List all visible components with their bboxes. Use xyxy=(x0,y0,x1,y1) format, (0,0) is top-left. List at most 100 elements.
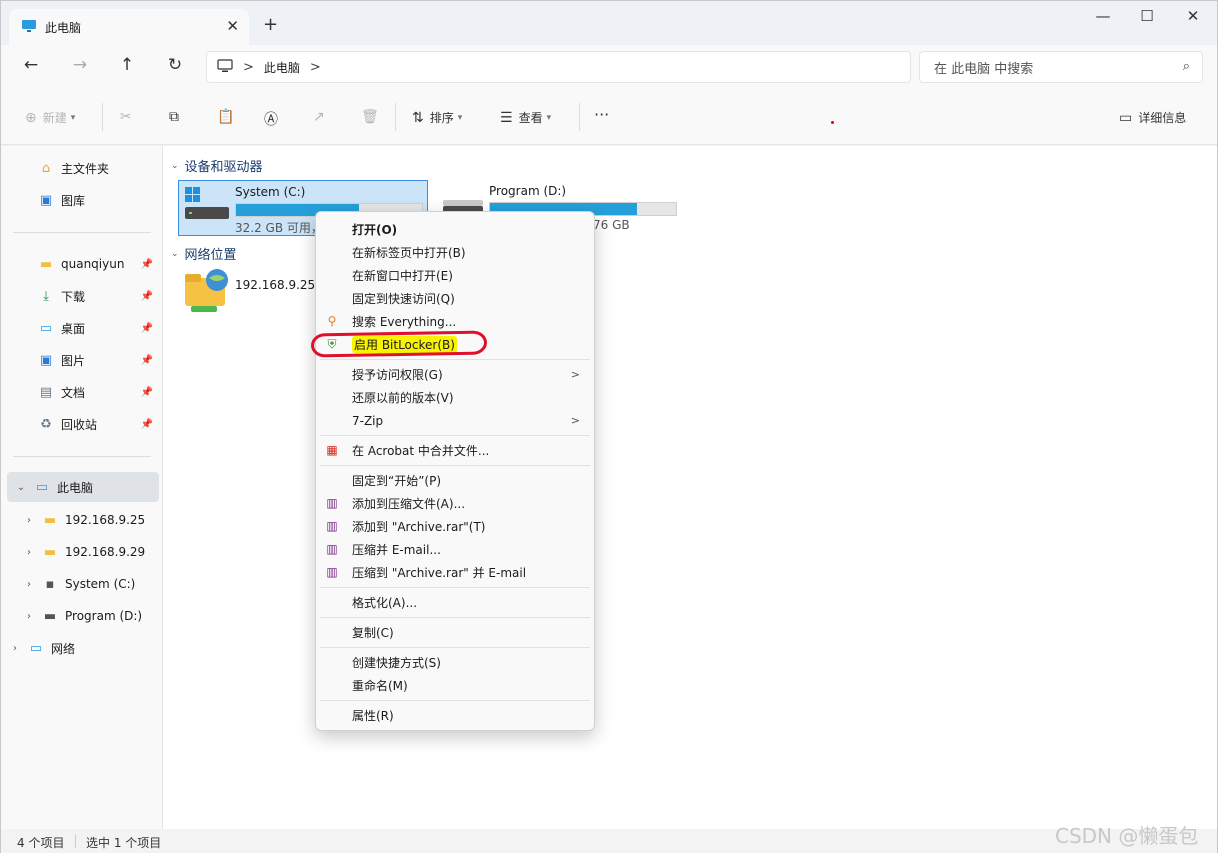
scissors-icon: ✂ xyxy=(120,109,132,125)
menu-item-7zip[interactable]: 7-Zip > xyxy=(320,409,590,432)
more-options-button[interactable]: ··· xyxy=(594,105,609,124)
search-input[interactable]: 在 此电脑 中搜索 ⌕ xyxy=(919,51,1203,83)
menu-item-pin-quick-access[interactable]: 固定到快速访问(Q) xyxy=(320,287,590,310)
close-window-button[interactable]: ✕ xyxy=(1173,7,1213,25)
sort-button[interactable]: ⇅ 排序 ▾ xyxy=(412,109,462,126)
menu-item-acrobat-merge[interactable]: ▦ 在 Acrobat 中合并文件... xyxy=(320,439,590,462)
menu-separator xyxy=(320,435,590,436)
address-bar[interactable]: > 此电脑 > xyxy=(206,51,911,83)
copy-icon: ⧉ xyxy=(169,109,179,125)
pictures-icon: ▣ xyxy=(39,352,53,368)
menu-item-open[interactable]: 打开(O) xyxy=(320,218,590,241)
share-button[interactable]: ↗ xyxy=(313,109,325,125)
back-button[interactable]: ← xyxy=(18,55,44,75)
menu-item-add-archive[interactable]: ▥ 添加到压缩文件(A)... xyxy=(320,492,590,515)
sidebar-item-home[interactable]: ⌂ 主文件夹 xyxy=(1,154,159,182)
sidebar-item-this-pc[interactable]: ⌄ ▭ 此电脑 xyxy=(7,472,159,502)
cut-button[interactable]: ✂ xyxy=(120,109,132,125)
sidebar-item-pictures[interactable]: ▣ 图片 📌 xyxy=(1,346,159,374)
download-icon: ⤓ xyxy=(43,288,49,304)
breadcrumb-this-pc[interactable]: 此电脑 xyxy=(264,59,300,76)
minimize-button[interactable]: — xyxy=(1083,7,1123,25)
watermark: CSDN @懒蛋包 xyxy=(1055,824,1199,848)
sidebar-item-label: 图片 xyxy=(61,353,86,368)
sidebar-item-network-drive-29[interactable]: › ▬ 192.168.9.29 xyxy=(1,538,159,566)
group-header-network[interactable]: ⌄ 网络位置 xyxy=(171,244,237,263)
new-tab-button[interactable]: + xyxy=(263,14,278,35)
menu-item-search-everything[interactable]: ⚲ 搜索 Everything... xyxy=(320,310,590,333)
sidebar-item-network[interactable]: › ▭ 网络 xyxy=(1,634,159,662)
tab-this-pc[interactable]: 此电脑 ✕ xyxy=(9,9,249,45)
group-header-devices[interactable]: ⌄ 设备和驱动器 xyxy=(171,156,263,175)
sidebar-item-desktop[interactable]: ▭ 桌面 📌 xyxy=(1,314,159,342)
menu-item-properties[interactable]: 属性(R) xyxy=(320,704,590,727)
view-label: 查看 xyxy=(518,111,543,125)
sidebar-item-recycle-bin[interactable]: ♻ 回收站 📌 xyxy=(1,410,159,438)
maximize-button[interactable]: ☐ xyxy=(1127,7,1167,25)
menu-item-pin-start[interactable]: 固定到“开始”(P) xyxy=(320,469,590,492)
delete-button[interactable]: 🗑 xyxy=(361,109,379,125)
breadcrumb-separator[interactable]: > xyxy=(310,60,321,75)
menu-item-label: 7-Zip xyxy=(352,413,384,428)
chevron-right-icon[interactable]: › xyxy=(9,643,21,654)
chevron-right-icon[interactable]: › xyxy=(23,579,35,590)
network-drive-icon: ▬ xyxy=(43,512,57,528)
sidebar-item-label: 回收站 xyxy=(61,417,98,432)
sidebar-item-system-c[interactable]: › ▪ System (C:) xyxy=(1,570,159,598)
network-drive-icon: ▬ xyxy=(43,544,57,560)
close-tab-icon[interactable]: ✕ xyxy=(226,17,239,35)
chevron-right-icon[interactable]: › xyxy=(23,611,35,622)
chevron-down-icon[interactable]: ⌄ xyxy=(15,482,27,493)
sidebar-item-documents[interactable]: ▤ 文档 📌 xyxy=(1,378,159,406)
menu-item-create-shortcut[interactable]: 创建快捷方式(S) xyxy=(320,651,590,674)
menu-item-compress-email[interactable]: ▥ 压缩并 E-mail... xyxy=(320,538,590,561)
menu-separator xyxy=(320,700,590,701)
sidebar-item-program-d[interactable]: › ▬ Program (D:) xyxy=(1,602,159,630)
pin-icon: 📌 xyxy=(140,258,153,270)
chevron-down-icon: ▾ xyxy=(70,112,76,123)
sidebar-item-label: quanqiyun xyxy=(61,257,125,271)
refresh-button[interactable]: ↻ xyxy=(162,55,188,75)
view-button[interactable]: ☰ 查看 ▾ xyxy=(500,109,551,126)
menu-item-open-new-tab[interactable]: 在新标签页中打开(B) xyxy=(320,241,590,264)
menu-item-label: 在 Acrobat 中合并文件... xyxy=(352,444,490,458)
search-icon[interactable]: ⌕ xyxy=(1183,59,1190,74)
menu-item-rename[interactable]: 重命名(M) xyxy=(320,674,590,697)
sidebar-item-downloads[interactable]: ⤓ 下载 📌 xyxy=(1,282,159,310)
menu-item-label: 压缩并 E-mail... xyxy=(352,543,441,557)
menu-item-format[interactable]: 格式化(A)... xyxy=(320,591,590,614)
up-button[interactable]: ↑ xyxy=(114,55,140,75)
menu-item-open-new-window[interactable]: 在新窗口中打开(E) xyxy=(320,264,590,287)
drive-name: Program (D:) xyxy=(489,184,567,198)
paste-button[interactable]: 📋 xyxy=(217,109,234,125)
sidebar-item-network-drive-25[interactable]: › ▬ 192.168.9.25 xyxy=(1,506,159,534)
pin-icon: 📌 xyxy=(140,418,153,430)
windows-drive-icon xyxy=(185,187,229,227)
menu-item-compress-rar-email[interactable]: ▥ 压缩到 "Archive.rar" 并 E-mail xyxy=(320,561,590,584)
menu-item-restore-versions[interactable]: 还原以前的版本(V) xyxy=(320,386,590,409)
sidebar-item-quanqiyun[interactable]: ▬ quanqiyun 📌 xyxy=(1,250,159,278)
command-bar: ⊕ 新建 ▾ ✂ ⧉ 📋 Ⓐ ↗ 🗑 ⇅ 排序 ▾ ☰ 查看 ▾ ··· ▭ 详… xyxy=(1,91,1217,145)
chevron-right-icon[interactable]: › xyxy=(23,547,35,558)
menu-item-copy[interactable]: 复制(C) xyxy=(320,621,590,644)
details-pane-button[interactable]: ▭ 详细信息 xyxy=(1119,109,1186,126)
menu-item-label: 压缩到 "Archive.rar" 并 E-mail xyxy=(352,566,527,580)
sidebar-item-gallery[interactable]: ▣ 图库 xyxy=(1,186,159,214)
sidebar-item-label: 192.168.9.29 xyxy=(65,545,146,559)
winrar-icon: ▥ xyxy=(326,496,338,510)
menu-item-grant-access[interactable]: 授予访问权限(G) > xyxy=(320,363,590,386)
forward-button[interactable]: → xyxy=(67,55,93,75)
menu-item-add-archive-rar[interactable]: ▥ 添加到 "Archive.rar"(T) xyxy=(320,515,590,538)
clipboard-icon: 📋 xyxy=(217,109,235,125)
menu-item-label: 固定到“开始”(P) xyxy=(352,474,442,488)
gallery-icon: ▣ xyxy=(39,192,53,208)
rename-button[interactable]: Ⓐ xyxy=(264,109,278,129)
copy-button[interactable]: ⧉ xyxy=(169,109,179,125)
menu-item-label: 在新标签页中打开(B) xyxy=(352,246,466,260)
red-dot-mark xyxy=(831,121,834,124)
chevron-right-icon[interactable]: › xyxy=(23,515,35,526)
monitor-icon xyxy=(21,19,37,36)
network-location-label: 192.168.9.25 xyxy=(235,278,316,292)
new-button[interactable]: ⊕ 新建 ▾ xyxy=(25,109,75,126)
menu-item-label: 搜索 Everything... xyxy=(352,315,457,329)
